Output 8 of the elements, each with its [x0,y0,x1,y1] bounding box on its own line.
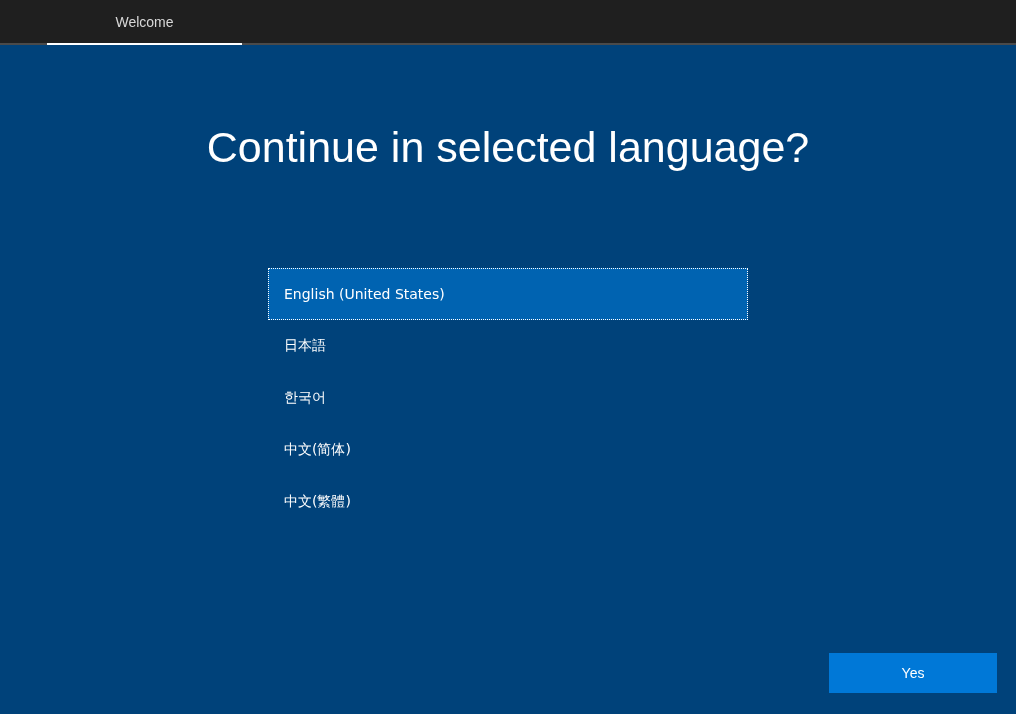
language-option[interactable]: 한국어 [268,372,748,424]
language-option[interactable]: 中文(简体) [268,424,748,476]
language-option[interactable]: 中文(繁體) [268,476,748,528]
page-title: Continue in selected language? [206,123,810,172]
language-option[interactable]: English (United States) [268,268,748,320]
tab[interactable]: Welcome [47,0,242,45]
yes-button[interactable]: Yes [829,653,997,693]
language-option[interactable]: 日本語 [268,320,748,372]
